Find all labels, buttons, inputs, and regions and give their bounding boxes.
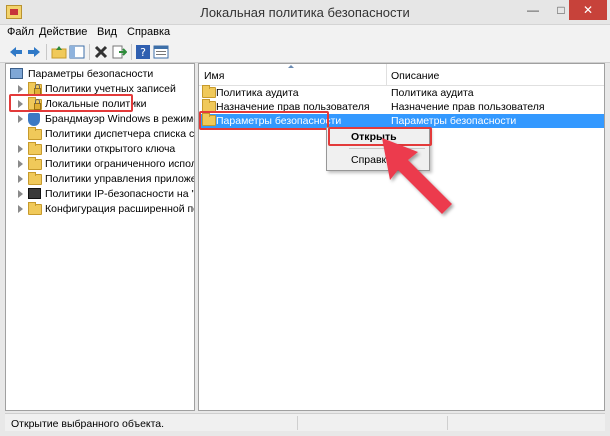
tree-item-public-key[interactable]: Политики открытого ключа bbox=[8, 142, 194, 157]
expand-arrow-icon[interactable] bbox=[18, 115, 23, 123]
column-divider[interactable] bbox=[386, 64, 387, 86]
expand-arrow-icon[interactable] bbox=[18, 205, 23, 213]
menu-file[interactable]: Файл bbox=[7, 26, 34, 38]
folder-icon bbox=[28, 202, 42, 215]
list-pane: Имя Описание Политика аудита Политика ау… bbox=[198, 63, 605, 411]
expand-arrow-icon[interactable] bbox=[18, 190, 23, 198]
column-name[interactable]: Имя bbox=[204, 70, 224, 82]
close-button[interactable]: ✕ bbox=[569, 0, 607, 20]
folder-icon bbox=[28, 157, 42, 170]
expand-arrow-icon[interactable] bbox=[18, 85, 23, 93]
security-settings-icon bbox=[10, 68, 23, 79]
status-bar: Открытие выбранного объекта. bbox=[5, 413, 605, 431]
folder-icon bbox=[28, 172, 42, 185]
tree-item-app-control[interactable]: Политики управления приложения bbox=[8, 172, 194, 187]
menu-bar: Файл Действие Вид Справка bbox=[0, 25, 610, 41]
toolbar-separator bbox=[46, 44, 47, 60]
list-row-desc: Назначение прав пользователя bbox=[391, 101, 545, 113]
expand-arrow-icon[interactable] bbox=[18, 145, 23, 153]
status-cell bbox=[447, 416, 448, 430]
menu-help[interactable]: Справка bbox=[127, 26, 170, 38]
tree-item-label: Политики IP-безопасности на "Лока bbox=[45, 188, 195, 200]
expand-arrow-icon[interactable] bbox=[18, 175, 23, 183]
help-icon[interactable]: ? bbox=[135, 44, 151, 60]
toolbar-separator bbox=[131, 44, 132, 60]
back-icon[interactable] bbox=[8, 44, 24, 60]
show-hide-tree-icon[interactable] bbox=[69, 44, 85, 60]
expand-arrow-icon[interactable] bbox=[18, 160, 23, 168]
list-row-desc: Параметры безопасности bbox=[391, 115, 517, 127]
column-description[interactable]: Описание bbox=[391, 70, 439, 82]
tree-item-software-restriction[interactable]: Политики ограниченного использо bbox=[8, 157, 194, 172]
status-text: Открытие выбранного объекта. bbox=[11, 418, 165, 430]
folder-icon bbox=[202, 85, 216, 98]
tree-item-network-list[interactable]: Политики диспетчера списка сетей bbox=[8, 127, 194, 142]
ip-security-icon bbox=[28, 188, 41, 199]
tree-item-ip-security[interactable]: Политики IP-безопасности на "Лока bbox=[8, 187, 194, 202]
local-policies-highlight bbox=[9, 94, 133, 112]
tree-item-label: Политики ограниченного использо bbox=[45, 158, 194, 170]
column-header: Имя Описание bbox=[199, 64, 604, 86]
menu-view[interactable]: Вид bbox=[97, 26, 117, 38]
list-row-audit[interactable]: Политика аудита Политика аудита bbox=[199, 85, 604, 100]
tree-item-label: Брандмауэр Windows в режиме пов bbox=[45, 113, 194, 125]
export-icon[interactable] bbox=[111, 44, 127, 60]
up-folder-icon[interactable] bbox=[51, 44, 67, 60]
tree-item-label: Параметры безопасности bbox=[28, 68, 154, 80]
toolbar: ? bbox=[0, 41, 610, 63]
svg-text:?: ? bbox=[140, 46, 146, 59]
delete-icon[interactable] bbox=[93, 44, 109, 60]
tree-item-advanced-audit[interactable]: Конфигурация расширенной полит bbox=[8, 202, 194, 217]
main-window: Локальная политика безопасности — □ ✕ Фа… bbox=[0, 0, 610, 436]
folder-icon bbox=[28, 142, 42, 155]
title-bar: Локальная политика безопасности — □ ✕ bbox=[0, 0, 610, 25]
tree-item-label: Конфигурация расширенной полит bbox=[45, 203, 194, 215]
minimize-button[interactable]: — bbox=[519, 0, 547, 20]
tree-item-root[interactable]: Параметры безопасности bbox=[8, 67, 194, 82]
menu-action[interactable]: Действие bbox=[39, 26, 87, 38]
tree-item-label: Политики диспетчера списка сетей bbox=[45, 128, 195, 140]
security-options-highlight bbox=[199, 111, 329, 130]
forward-icon[interactable] bbox=[26, 44, 42, 60]
sort-arrow-icon bbox=[288, 65, 294, 68]
tree-item-label: Политики управления приложения bbox=[45, 173, 194, 185]
properties-icon[interactable] bbox=[153, 44, 169, 60]
folder-icon bbox=[28, 127, 42, 140]
toolbar-separator bbox=[89, 44, 90, 60]
tree-item-label: Политики открытого ключа bbox=[45, 143, 176, 155]
list-row-desc: Политика аудита bbox=[391, 87, 474, 99]
pointer-arrow-icon bbox=[382, 138, 452, 214]
status-cell bbox=[297, 416, 298, 430]
tree-item-firewall[interactable]: Брандмауэр Windows в режиме пов bbox=[8, 112, 194, 127]
firewall-icon bbox=[28, 113, 40, 126]
tree-pane: Параметры безопасности Политики учетных … bbox=[5, 63, 195, 411]
list-row-name: Политика аудита bbox=[216, 87, 299, 99]
